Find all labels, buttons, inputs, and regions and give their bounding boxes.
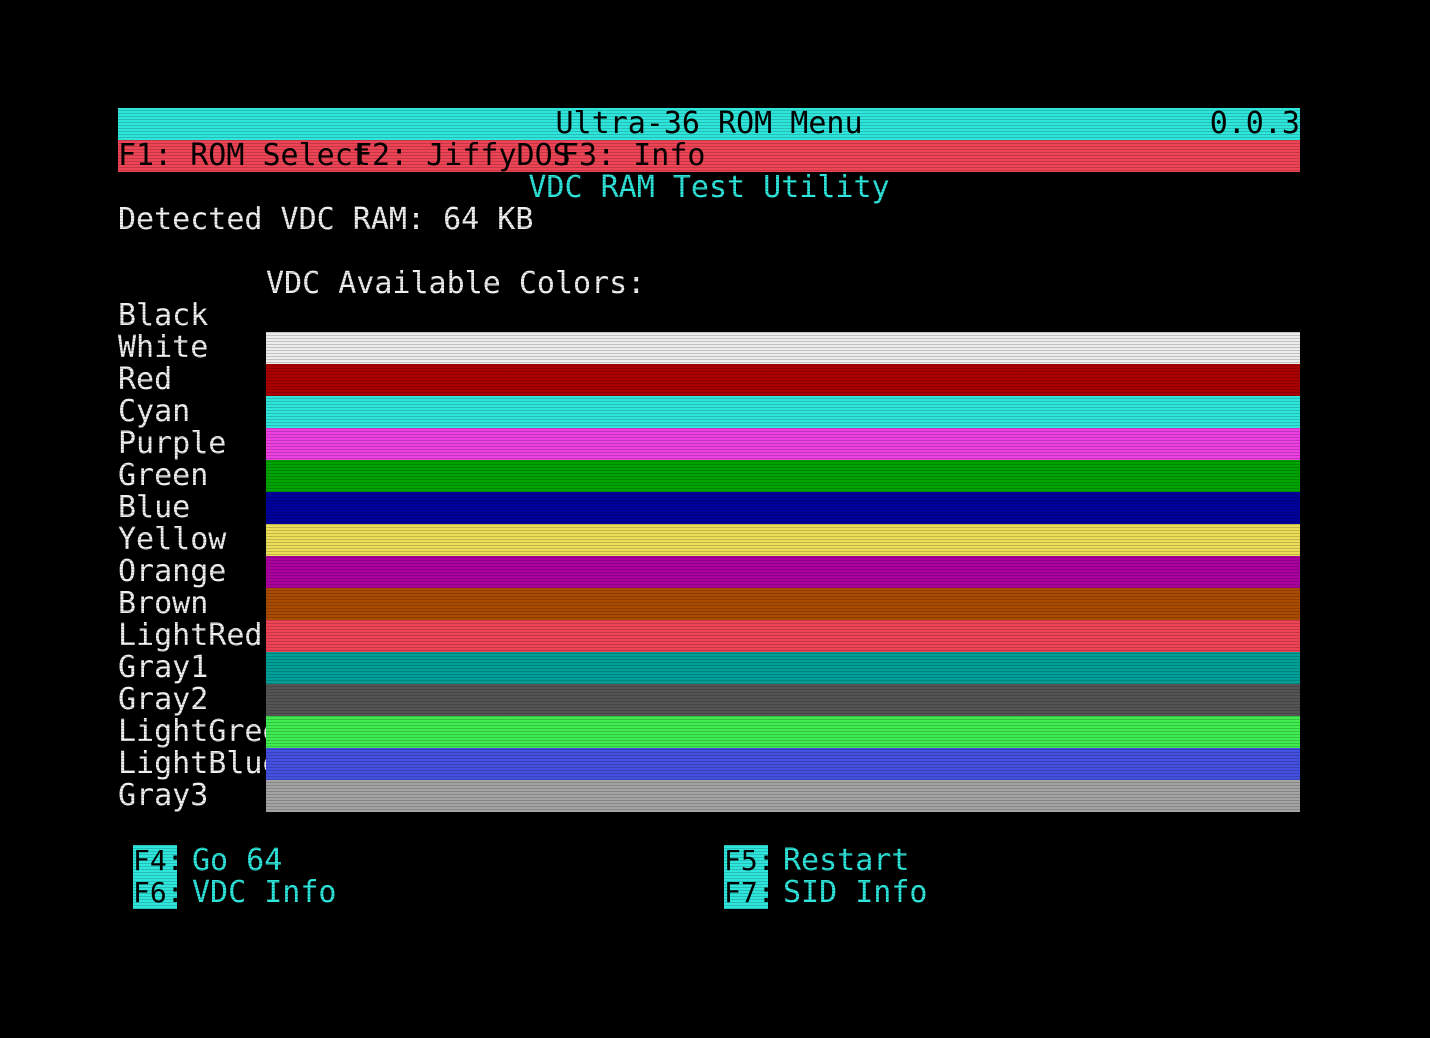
color-label-lightblue: LightBlue [118,746,281,781]
color-label-cyan: Cyan [118,394,191,429]
color-swatch-gray1 [266,652,1300,684]
color-swatch-gray2 [266,684,1300,716]
menu-item-jiffydos[interactable]: F2: JiffyDOS [354,140,571,172]
color-label-lightred: LightRed [118,618,263,653]
f7-key-badge[interactable]: F7: [724,877,775,909]
color-label-black: Black [118,298,209,333]
version-label: 0.0.3 [1209,106,1300,141]
color-swatch-cyan [266,396,1300,428]
color-swatch-green [266,460,1300,492]
f6-key-badge[interactable]: F6: [133,877,184,909]
function-key-menu: F1: ROM Select F2: JiffyDOS F3: Info [118,140,1300,172]
color-swatch-lightred [266,620,1300,652]
color-swatch-white [266,332,1300,364]
f4-key-badge[interactable]: F4: [133,845,184,877]
menu-item-rom-select[interactable]: F1: ROM Select [118,140,371,172]
color-swatch-red [266,364,1300,396]
f5-key-badge[interactable]: F5: [724,845,775,877]
color-label-gray3: Gray3 [118,778,209,813]
detected-ram-text: Detected VDC RAM: 64 KB [118,202,534,237]
page-title: VDC RAM Test Utility [528,170,890,205]
menu-item-info[interactable]: F3: Info [561,140,706,172]
vdc-info-option[interactable]: VDC Info [192,877,337,909]
color-swatch-brown [266,588,1300,620]
color-label-blue: Blue [118,490,191,525]
color-label-gray2: Gray2 [118,682,209,717]
title-bar: Ultra-36 ROM Menu 0.0.3 [118,108,1300,140]
color-label-green: Green [118,458,209,493]
color-swatch-yellow [266,524,1300,556]
color-swatch-purple [266,428,1300,460]
color-label-red: Red [118,362,173,397]
color-label-purple: Purple [118,426,227,461]
color-label-white: White [118,330,209,365]
color-label-orange: Orange [118,554,227,589]
color-label-yellow: Yellow [118,522,227,557]
color-swatch-gray3 [266,780,1300,812]
c128-screen: Ultra-36 ROM Menu 0.0.3 F1: ROM Select F… [0,0,1430,1038]
sid-info-option[interactable]: SID Info [783,877,928,909]
restart-option[interactable]: Restart [783,845,909,877]
color-label-brown: Brown [118,586,209,621]
go-64-option[interactable]: Go 64 [192,845,282,877]
color-label-gray1: Gray1 [118,650,209,685]
color-swatch-orange [266,556,1300,588]
color-swatch-black [266,300,1300,332]
color-swatch-lightgreen [266,716,1300,748]
colors-heading: VDC Available Colors: [266,266,646,301]
color-swatch-blue [266,492,1300,524]
app-title: Ultra-36 ROM Menu [555,106,863,141]
color-swatch-lightblue [266,748,1300,780]
